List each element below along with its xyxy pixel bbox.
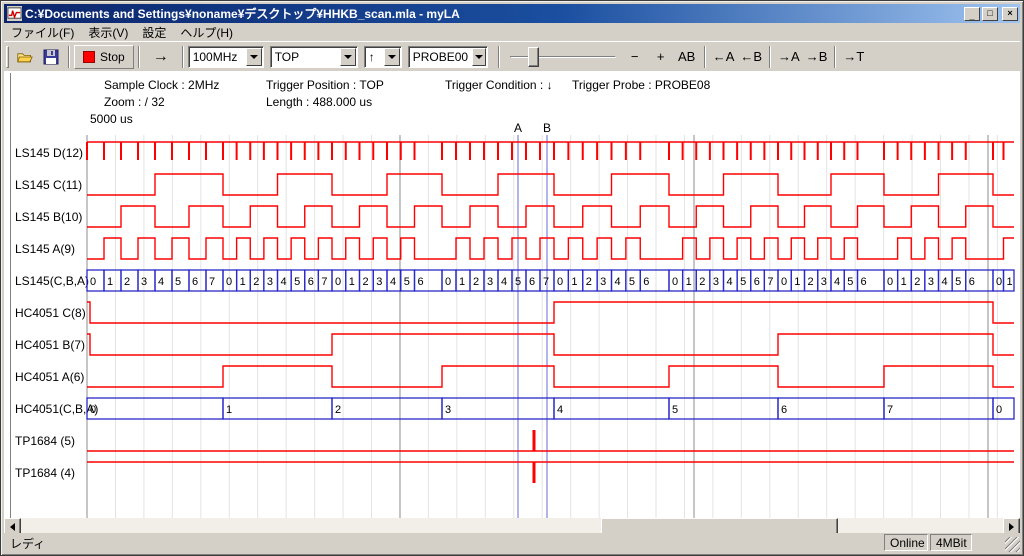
status-bar: レディ Online 4MBit	[4, 533, 1020, 552]
svg-text:0: 0	[557, 276, 563, 288]
svg-text:3: 3	[928, 276, 934, 288]
svg-text:3: 3	[376, 276, 382, 288]
svg-text:6: 6	[192, 276, 198, 288]
app-window: C:¥Documents and Settings¥noname¥デスクトップ¥…	[0, 0, 1024, 556]
svg-text:6: 6	[418, 276, 424, 288]
svg-text:6: 6	[643, 276, 649, 288]
svg-text:7: 7	[887, 404, 893, 416]
resize-grip[interactable]	[1005, 537, 1020, 552]
arrow-left-icon	[10, 523, 15, 531]
svg-text:3: 3	[600, 276, 606, 288]
cursor-b-label: B	[543, 121, 551, 135]
svg-text:1: 1	[349, 276, 355, 288]
svg-text:4: 4	[557, 404, 563, 416]
svg-text:1: 1	[901, 276, 907, 288]
svg-text:0: 0	[90, 404, 96, 416]
svg-text:2: 2	[473, 276, 479, 288]
svg-text:7: 7	[543, 276, 549, 288]
channel-wave-2	[87, 206, 1014, 227]
svg-text:6: 6	[308, 276, 314, 288]
svg-text:7: 7	[321, 276, 327, 288]
svg-text:0: 0	[226, 276, 232, 288]
svg-text:1: 1	[459, 276, 465, 288]
svg-text:2: 2	[335, 404, 341, 416]
svg-text:0: 0	[672, 276, 678, 288]
cursor-lines[interactable]: AB	[514, 121, 551, 518]
svg-text:6: 6	[754, 276, 760, 288]
svg-text:4: 4	[942, 276, 948, 288]
svg-text:7: 7	[767, 276, 773, 288]
waveform-client: Sample Clock : 2MHz Trigger Position : T…	[4, 71, 1020, 518]
svg-text:3: 3	[487, 276, 493, 288]
status-memory-badge: 4MBit	[930, 534, 972, 551]
svg-text:3: 3	[141, 276, 147, 288]
cursor-a-label: A	[514, 121, 522, 135]
channel-wave-3	[87, 238, 1014, 259]
svg-text:4: 4	[390, 276, 396, 288]
svg-text:5: 5	[294, 276, 300, 288]
svg-text:2: 2	[124, 276, 130, 288]
svg-text:0: 0	[887, 276, 893, 288]
svg-text:0: 0	[781, 276, 787, 288]
svg-text:3: 3	[713, 276, 719, 288]
svg-text:2: 2	[699, 276, 705, 288]
status-ready-text: レディ	[10, 535, 45, 552]
svg-text:3: 3	[445, 404, 451, 416]
svg-text:2: 2	[914, 276, 920, 288]
svg-text:6: 6	[861, 276, 867, 288]
svg-text:5: 5	[672, 404, 678, 416]
svg-text:5: 5	[629, 276, 635, 288]
svg-text:4: 4	[281, 276, 287, 288]
svg-text:0: 0	[996, 276, 1002, 288]
svg-text:3: 3	[267, 276, 273, 288]
svg-text:1: 1	[1007, 276, 1013, 288]
svg-text:1: 1	[240, 276, 246, 288]
svg-text:0: 0	[445, 276, 451, 288]
channel-wave-8: 0 1 2 3 4 5 6 7 0	[87, 398, 1014, 419]
svg-text:5: 5	[175, 276, 181, 288]
channel-wave-10	[87, 462, 1014, 483]
channel-wave-5	[87, 302, 1014, 323]
svg-text:1: 1	[571, 276, 577, 288]
svg-text:4: 4	[158, 276, 164, 288]
svg-text:4: 4	[727, 276, 733, 288]
svg-text:2: 2	[363, 276, 369, 288]
status-online-badge: Online	[884, 534, 928, 551]
svg-text:0: 0	[996, 404, 1002, 416]
svg-text:4: 4	[615, 276, 621, 288]
channel-wave-4: 0123456701234567012345601234567012345601…	[87, 270, 1014, 291]
channel-wave-1	[87, 174, 1014, 195]
svg-text:4: 4	[501, 276, 507, 288]
arrow-right-icon	[1009, 523, 1014, 531]
svg-text:1: 1	[794, 276, 800, 288]
svg-text:5: 5	[404, 276, 410, 288]
channel-wave-7	[87, 366, 1014, 387]
svg-text:2: 2	[253, 276, 259, 288]
svg-text:0: 0	[90, 276, 96, 288]
svg-text:4: 4	[834, 276, 840, 288]
svg-text:1: 1	[226, 404, 232, 416]
svg-text:5: 5	[740, 276, 746, 288]
channel-wave-0	[87, 142, 1014, 160]
svg-text:0: 0	[335, 276, 341, 288]
svg-text:6: 6	[529, 276, 535, 288]
svg-text:7: 7	[209, 276, 215, 288]
svg-text:3: 3	[821, 276, 827, 288]
waveform-plot[interactable]: AB01234567012345670123456012345670123456…	[1, 1, 1024, 556]
channel-wave-9	[87, 430, 1014, 451]
svg-text:5: 5	[955, 276, 961, 288]
svg-text:1: 1	[107, 276, 113, 288]
svg-text:2: 2	[586, 276, 592, 288]
svg-text:5: 5	[847, 276, 853, 288]
svg-text:5: 5	[515, 276, 521, 288]
channel-wave-6	[87, 334, 1014, 355]
svg-text:6: 6	[781, 404, 787, 416]
svg-text:6: 6	[969, 276, 975, 288]
svg-text:1: 1	[686, 276, 692, 288]
svg-text:2: 2	[808, 276, 814, 288]
